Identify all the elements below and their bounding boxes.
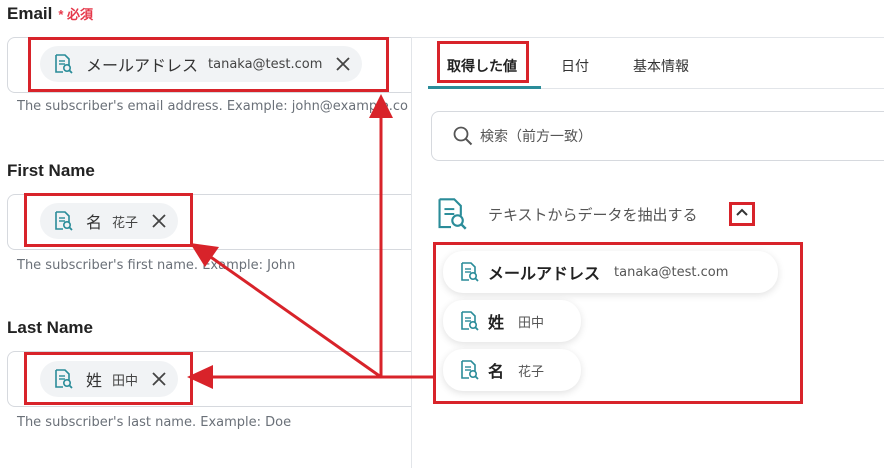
- annotation-arrows: [187, 94, 433, 389]
